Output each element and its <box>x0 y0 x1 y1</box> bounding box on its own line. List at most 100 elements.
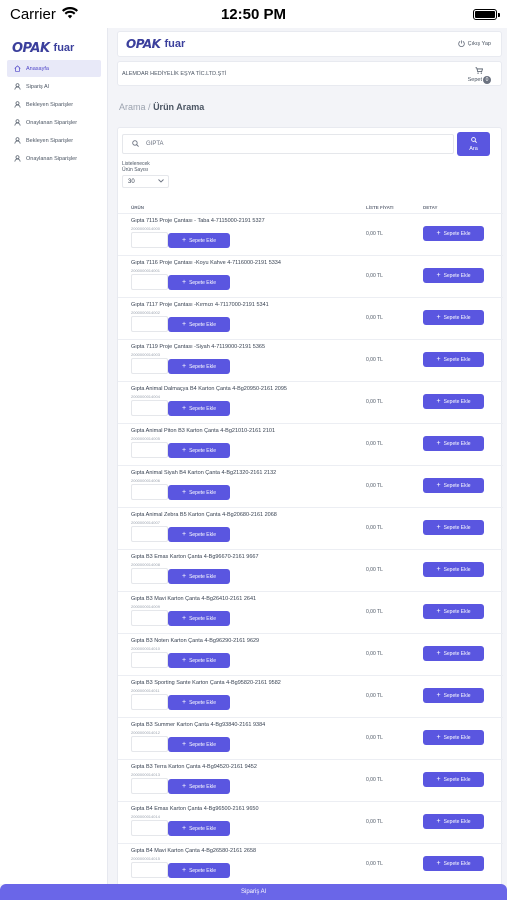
search-row: GIPTA Ara <box>122 132 499 156</box>
table-row: Gıpta B3 Mavi Karton Çanta 4-Bg26410-216… <box>118 592 503 634</box>
product-name: Gıpta B3 Summer Karton Çanta 4-Bg93840-2… <box>131 722 266 728</box>
add-to-cart-button[interactable]: + Sepete Ekle <box>168 317 230 332</box>
sidebar-item[interactable]: Bekleyen Siparişler <box>7 96 101 113</box>
add-to-cart-button[interactable]: + Sepete Ekle <box>423 688 484 703</box>
status-bar: Carrier 12:50 PM <box>0 0 507 28</box>
add-to-cart-button[interactable]: + Sepete Ekle <box>423 520 484 535</box>
sidebar-item[interactable]: Anasayfa <box>7 60 101 77</box>
list-count-select[interactable]: 30 <box>122 175 169 188</box>
add-to-cart-button[interactable]: + Sepete Ekle <box>423 730 484 745</box>
sidebar-item[interactable]: Onaylanan Siparişler <box>7 114 101 131</box>
add-to-cart-button[interactable]: + Sepete Ekle <box>168 527 230 542</box>
add-to-cart-label: Sepete Ekle <box>443 734 471 741</box>
add-to-cart-button[interactable]: + Sepete Ekle <box>168 653 230 668</box>
quantity-input[interactable] <box>131 316 168 332</box>
cart-button[interactable]: Sepet 0 <box>468 67 491 84</box>
logout-button[interactable]: Çıkış Yap <box>457 39 491 49</box>
quantity-input[interactable] <box>131 736 168 752</box>
quantity-input[interactable] <box>131 274 168 290</box>
add-to-cart-button[interactable]: + Sepete Ekle <box>168 233 230 248</box>
search-input[interactable]: GIPTA <box>122 134 454 154</box>
product-code: 2000000014010 <box>131 646 160 651</box>
add-to-cart-button[interactable]: + Sepete Ekle <box>168 443 230 458</box>
search-button[interactable]: Ara <box>457 132 490 156</box>
list-price: 0,00 TL <box>366 567 383 573</box>
quantity-input[interactable] <box>131 820 168 836</box>
place-order-button[interactable]: Sipariş Al <box>0 884 507 900</box>
table-row: Gıpta B3 Sporting Sante Karton Çanta 4-B… <box>118 676 503 718</box>
quantity-input[interactable] <box>131 442 168 458</box>
list-count-label-2: Ürün Sayısı <box>122 167 149 173</box>
list-price: 0,00 TL <box>366 693 383 699</box>
add-to-cart-button[interactable]: + Sepete Ekle <box>423 268 484 283</box>
add-to-cart-button[interactable]: + Sepete Ekle <box>423 310 484 325</box>
add-to-cart-label: Sepete Ekle <box>189 531 217 538</box>
plus-icon: + <box>436 440 441 447</box>
quantity-input[interactable] <box>131 610 168 626</box>
column-header-product: ÜRÜN <box>131 205 144 210</box>
quantity-input[interactable] <box>131 568 168 584</box>
product-code: 2000000014000 <box>131 226 160 231</box>
quantity-input[interactable] <box>131 358 168 374</box>
sidebar-item[interactable]: Onaylanan Siparişler <box>7 150 101 167</box>
add-to-cart-button[interactable]: + Sepete Ekle <box>168 359 230 374</box>
quantity-input[interactable] <box>131 778 168 794</box>
sidebar-item-label: Onaylanan Siparişler <box>26 155 78 162</box>
add-to-cart-button[interactable]: + Sepete Ekle <box>168 611 230 626</box>
add-to-cart-button[interactable]: + Sepete Ekle <box>168 737 230 752</box>
plus-icon: + <box>181 867 187 874</box>
table-row: Gıpta B3 Emas Karton Çanta 4-Bg96670-216… <box>118 550 503 592</box>
header-logo[interactable]: OPAK fuar <box>126 37 185 51</box>
column-header-price: LİSTE FİYATI <box>366 205 394 210</box>
add-to-cart-label: Sepete Ekle <box>189 699 217 706</box>
table-row: Gıpta Animal Siyah B4 Karton Çanta 4-Bg2… <box>118 466 503 508</box>
add-to-cart-button[interactable]: + Sepete Ekle <box>423 562 484 577</box>
place-order-label: Sipariş Al <box>240 889 266 895</box>
add-to-cart-button[interactable]: + Sepete Ekle <box>423 856 484 871</box>
quantity-input[interactable] <box>131 862 168 878</box>
add-to-cart-button[interactable]: + Sepete Ekle <box>168 275 230 290</box>
quantity-input[interactable] <box>131 400 168 416</box>
quantity-input[interactable] <box>131 652 168 668</box>
add-to-cart-label: Sepete Ekle <box>189 615 217 622</box>
add-to-cart-button[interactable]: + Sepete Ekle <box>168 863 230 878</box>
add-to-cart-label: Sepete Ekle <box>189 237 217 244</box>
sidebar-item[interactable]: Bekleyen Siparişler <box>7 132 101 149</box>
plus-icon: + <box>181 405 187 412</box>
plus-icon: + <box>436 314 441 321</box>
user-icon <box>14 155 21 162</box>
quantity-input[interactable] <box>131 526 168 542</box>
add-to-cart-button[interactable]: + Sepete Ekle <box>168 485 230 500</box>
logout-label: Çıkış Yap <box>467 41 491 47</box>
add-to-cart-button[interactable]: + Sepete Ekle <box>168 569 230 584</box>
plus-icon: + <box>436 608 441 615</box>
breadcrumb-parent[interactable]: Arama <box>119 102 146 112</box>
add-to-cart-button[interactable]: + Sepete Ekle <box>423 436 484 451</box>
add-to-cart-button[interactable]: + Sepete Ekle <box>423 478 484 493</box>
add-to-cart-button[interactable]: + Sepete Ekle <box>423 604 484 619</box>
home-icon <box>14 65 21 72</box>
add-to-cart-button[interactable]: + Sepete Ekle <box>423 352 484 367</box>
product-code: 2000000014012 <box>131 730 160 735</box>
logo-sub: fuar <box>53 42 75 54</box>
user-icon <box>14 119 21 126</box>
list-price: 0,00 TL <box>366 315 383 321</box>
add-to-cart-button[interactable]: + Sepete Ekle <box>423 814 484 829</box>
add-to-cart-button[interactable]: + Sepete Ekle <box>423 646 484 661</box>
add-to-cart-button[interactable]: + Sepete Ekle <box>168 821 230 836</box>
quantity-input[interactable] <box>131 694 168 710</box>
add-to-cart-button[interactable]: + Sepete Ekle <box>168 401 230 416</box>
sidebar-item[interactable]: Sipariş Al <box>7 78 101 95</box>
search-icon <box>132 139 139 149</box>
quantity-input[interactable] <box>131 484 168 500</box>
add-to-cart-button[interactable]: + Sepete Ekle <box>423 772 484 787</box>
add-to-cart-button[interactable]: + Sepete Ekle <box>423 226 484 241</box>
quantity-input[interactable] <box>131 232 168 248</box>
add-to-cart-button[interactable]: + Sepete Ekle <box>168 779 230 794</box>
add-to-cart-label: Sepete Ekle <box>189 657 217 664</box>
brand-logo[interactable]: OPAK fuar <box>0 28 107 58</box>
plus-icon: + <box>181 699 187 706</box>
add-to-cart-button[interactable]: + Sepete Ekle <box>168 695 230 710</box>
add-to-cart-button[interactable]: + Sepete Ekle <box>423 394 484 409</box>
plus-icon: + <box>181 573 187 580</box>
